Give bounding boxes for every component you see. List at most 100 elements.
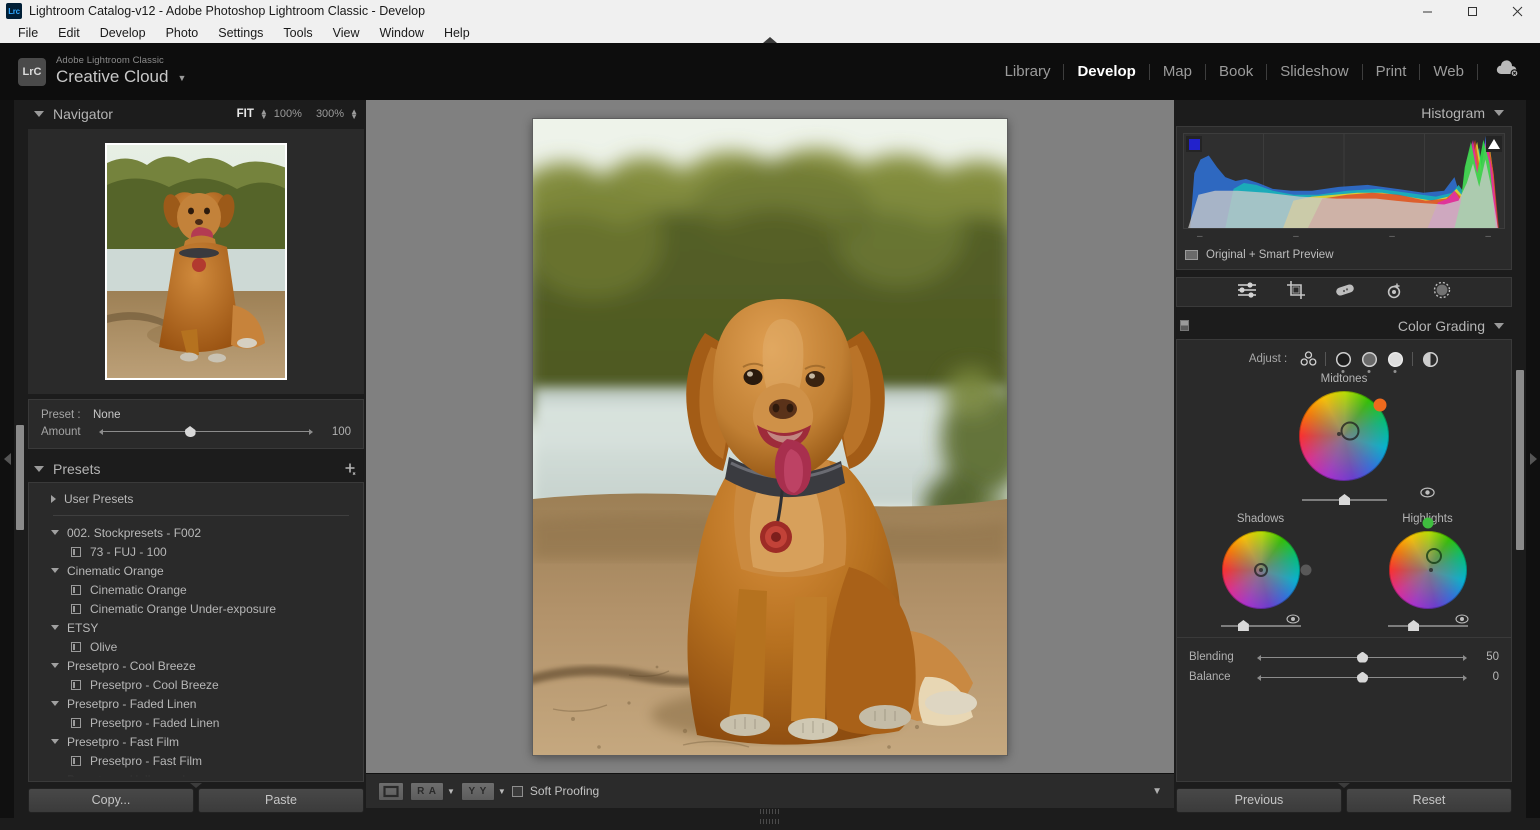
chevron-right-icon[interactable] — [51, 495, 56, 503]
right-panel-resize-grip[interactable] — [1338, 783, 1350, 788]
highlights-hue-handle[interactable] — [1422, 518, 1433, 529]
toolbar-chevron-icon[interactable]: ▼ — [1152, 786, 1162, 797]
filmstrip-handle[interactable] — [366, 808, 1174, 818]
zoom-300-stepper-icon[interactable]: ▲▼ — [350, 109, 358, 119]
global-wheel-icon[interactable] — [1421, 350, 1439, 368]
masking-icon[interactable] — [1432, 280, 1452, 305]
shadows-wheel-icon[interactable] — [1334, 350, 1352, 368]
chevron-down-icon[interactable] — [1494, 323, 1504, 329]
maximize-button[interactable] — [1450, 0, 1495, 22]
eyedropper-eye-icon[interactable] — [1420, 485, 1435, 503]
navigator-preview[interactable] — [28, 129, 364, 394]
before-after-chevron-icon[interactable]: ▼ — [447, 787, 455, 796]
compare-view-button[interactable]: Y Y — [461, 782, 495, 801]
presets-group-faded-linen[interactable]: Presetpro - Faded Linen — [29, 694, 363, 713]
reset-button[interactable]: Reset — [1346, 788, 1512, 813]
shadows-hue-handle[interactable] — [1300, 565, 1311, 576]
top-panel-handle[interactable] — [763, 37, 777, 43]
right-panel-collapse-arrow[interactable] — [1526, 100, 1540, 818]
blending-slider[interactable] — [1261, 657, 1463, 658]
presets-group-cool-breeze[interactable]: Presetpro - Cool Breeze — [29, 656, 363, 675]
amount-value[interactable]: 100 — [319, 426, 351, 438]
histogram-header[interactable]: Histogram — [1174, 100, 1514, 126]
module-web[interactable]: Web — [1420, 63, 1477, 80]
menu-edit[interactable]: Edit — [48, 24, 90, 42]
menu-help[interactable]: Help — [434, 24, 480, 42]
menu-develop[interactable]: Develop — [90, 24, 156, 42]
menu-window[interactable]: Window — [369, 24, 433, 42]
presets-group-cinematic-orange[interactable]: Cinematic Orange — [29, 561, 363, 580]
edit-sliders-icon[interactable] — [1236, 281, 1258, 304]
balance-slider[interactable] — [1261, 677, 1463, 678]
module-develop[interactable]: Develop — [1064, 63, 1148, 80]
midtones-wheel-cursor[interactable] — [1341, 421, 1360, 440]
presets-header[interactable]: Presets — [26, 455, 366, 482]
close-button[interactable] — [1495, 0, 1540, 22]
crop-overlay-icon[interactable] — [1286, 280, 1306, 305]
highlight-clipping-indicator[interactable] — [1486, 136, 1502, 152]
preset-value[interactable]: None — [93, 409, 121, 421]
healing-brush-icon[interactable] — [1334, 283, 1356, 302]
preset-item[interactable]: Presetpro - Faded Linen — [29, 713, 363, 732]
highlights-wheel-icon[interactable] — [1386, 350, 1404, 368]
zoom-300-label[interactable]: 300% — [316, 108, 344, 120]
amount-slider[interactable] — [103, 431, 309, 432]
three-way-icon[interactable] — [1299, 350, 1317, 368]
module-library[interactable]: Library — [992, 63, 1064, 80]
menu-view[interactable]: View — [323, 24, 370, 42]
compare-chevron-icon[interactable]: ▼ — [498, 787, 506, 796]
identity-plate[interactable]: LrC Adobe Lightroom Classic Creative Clo… — [0, 56, 186, 86]
shadow-clipping-indicator[interactable] — [1186, 136, 1202, 152]
shadows-luminance-slider[interactable] — [1221, 625, 1301, 627]
bottom-filmstrip-handle[interactable] — [0, 818, 1540, 830]
presets-group-user[interactable]: User Presets — [29, 489, 363, 508]
paste-button[interactable]: Paste — [198, 788, 364, 813]
soft-proofing-checkbox[interactable] — [512, 786, 523, 797]
presets-group-stockpresets[interactable]: 002. Stockpresets - F002 — [29, 523, 363, 542]
zoom-100-label[interactable]: 100% — [274, 108, 302, 120]
chevron-down-icon[interactable] — [51, 530, 59, 535]
loupe-view-icon[interactable] — [378, 782, 404, 801]
highlights-color-wheel[interactable] — [1389, 531, 1467, 609]
chevron-down-icon[interactable] — [51, 568, 59, 573]
preset-item[interactable]: Cinematic Orange Under-exposure — [29, 599, 363, 618]
copy-button[interactable]: Copy... — [28, 788, 194, 813]
chevron-down-icon[interactable] — [51, 663, 59, 668]
presets-group-etsy[interactable]: ETSY — [29, 618, 363, 637]
presets-list[interactable]: User Presets 002. Stockpresets - F002 73… — [28, 482, 364, 782]
midtones-luminance-slider[interactable] — [1302, 499, 1387, 501]
menu-file[interactable]: File — [8, 24, 48, 42]
menu-settings[interactable]: Settings — [208, 24, 273, 42]
blending-value[interactable]: 50 — [1473, 651, 1499, 663]
midtones-hue-handle[interactable] — [1374, 398, 1387, 411]
chevron-down-icon[interactable] — [34, 111, 44, 117]
cloud-sync-icon[interactable] — [1494, 60, 1520, 83]
chevron-down-icon[interactable] — [34, 466, 44, 472]
shadows-color-wheel[interactable] — [1222, 531, 1300, 609]
chevron-down-icon[interactable] — [1494, 110, 1504, 116]
before-after-button[interactable]: R A — [410, 782, 444, 801]
highlights-luminance-slider[interactable] — [1388, 625, 1468, 627]
preset-item[interactable]: 73 - FUJ - 100 — [29, 542, 363, 561]
presets-group-fast-film[interactable]: Presetpro - Fast Film — [29, 732, 363, 751]
soft-proofing-label[interactable]: Soft Proofing — [530, 784, 599, 798]
navigator-header[interactable]: Navigator FIT ▲▼ 100% 300% ▲▼ — [26, 100, 366, 127]
photo-preview[interactable] — [533, 119, 1007, 755]
add-preset-icon[interactable] — [343, 461, 358, 477]
right-panel-scrollbar[interactable] — [1514, 100, 1526, 818]
preset-item[interactable]: Olive — [29, 637, 363, 656]
module-print[interactable]: Print — [1363, 63, 1420, 80]
navigator-thumbnail[interactable] — [105, 143, 287, 380]
minimize-button[interactable] — [1405, 0, 1450, 22]
red-eye-icon[interactable] — [1384, 281, 1404, 304]
chevron-down-icon[interactable]: ▼ — [177, 73, 186, 83]
previous-button[interactable]: Previous — [1176, 788, 1342, 813]
color-grading-header[interactable]: Color Grading — [1174, 313, 1514, 339]
module-slideshow[interactable]: Slideshow — [1267, 63, 1361, 80]
balance-value[interactable]: 0 — [1473, 671, 1499, 683]
menu-photo[interactable]: Photo — [156, 24, 209, 42]
histogram-graph[interactable] — [1183, 133, 1505, 229]
module-map[interactable]: Map — [1150, 63, 1205, 80]
highlights-wheel-cursor[interactable] — [1426, 548, 1442, 564]
left-panel-resize-grip[interactable] — [190, 783, 202, 788]
